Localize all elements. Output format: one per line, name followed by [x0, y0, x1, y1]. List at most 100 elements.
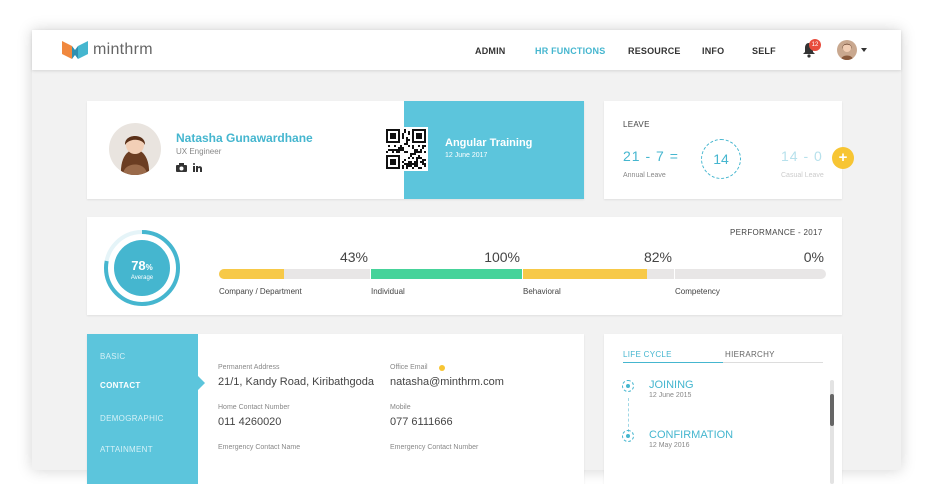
qr-module [394, 149, 396, 151]
qr-module [422, 159, 424, 161]
qr-module [390, 159, 396, 165]
qr-module [414, 153, 416, 155]
notification-badge: 12 [809, 39, 821, 51]
timeline-connector [628, 398, 629, 432]
training-date: 12 June 2017 [445, 152, 488, 159]
casual-leave-label: Casual Leave [781, 172, 824, 179]
qr-module [414, 151, 416, 153]
qr-module [422, 147, 424, 149]
qr-module [416, 133, 422, 139]
qr-module [420, 157, 422, 159]
qr-module [408, 139, 410, 141]
sidebar-item-basic[interactable]: BASIC [100, 352, 126, 361]
qr-module [398, 147, 400, 149]
brand-name: minthrm [93, 41, 153, 58]
average-score-ring: 78% Average [104, 230, 180, 306]
qr-module [418, 167, 420, 169]
camera-icon[interactable] [176, 163, 187, 172]
qr-module [406, 163, 408, 165]
minthrm-logo-icon [62, 41, 88, 59]
qr-module [402, 149, 404, 151]
qr-module [422, 145, 424, 147]
qr-module [420, 151, 422, 153]
scrollbar-thumb[interactable] [830, 394, 834, 426]
linkedin-icon[interactable] [193, 163, 202, 172]
qr-module [418, 155, 420, 157]
qr-module [422, 161, 424, 163]
qr-module [420, 167, 422, 169]
qr-module [416, 163, 418, 165]
tab-life-cycle[interactable]: LIFE CYCLE [623, 350, 672, 359]
nav-self[interactable]: SELF [752, 46, 776, 56]
training-title: Angular Training [445, 137, 533, 149]
profile-social-links [176, 163, 202, 172]
qr-module [408, 157, 410, 159]
tab-hierarchy[interactable]: HIERARCHY [725, 350, 775, 359]
nav-hr-functions[interactable]: HR FUNCTIONS [535, 46, 605, 56]
qr-module [408, 145, 410, 147]
qr-module [418, 151, 420, 153]
qr-module [406, 165, 408, 167]
timeline-event-date: 12 June 2015 [649, 392, 692, 399]
qr-module [418, 145, 420, 147]
home-contact-label: Home Contact Number [218, 404, 290, 411]
qr-module [390, 133, 396, 139]
avatar-image [837, 40, 857, 60]
performance-percent: 43% [339, 249, 368, 265]
qr-module [392, 149, 394, 151]
qr-module [404, 131, 406, 133]
qr-module [392, 151, 394, 153]
qr-module [404, 151, 406, 153]
qr-module [418, 157, 420, 159]
qr-module [388, 149, 390, 151]
training-panel[interactable]: Angular Training 12 June 2017 [404, 101, 584, 199]
qr-module [404, 129, 406, 131]
qr-module [402, 147, 404, 149]
sidebar-item-demographic[interactable]: DEMOGRAPHIC [100, 414, 164, 423]
qr-module [406, 139, 408, 141]
tab-active-underline [623, 362, 723, 363]
qr-module [424, 165, 426, 167]
qr-module [406, 141, 408, 143]
average-score-value: 78 [131, 258, 145, 273]
nav-resource[interactable]: RESOURCE [628, 46, 681, 56]
timeline-event-title: CONFIRMATION [649, 429, 734, 441]
user-avatar[interactable] [837, 40, 857, 60]
qr-module [412, 167, 414, 169]
timeline-scrollbar[interactable] [830, 380, 834, 484]
qr-module [410, 153, 412, 155]
qr-module [396, 151, 398, 153]
mobile-value: 077 6111666 [390, 416, 453, 428]
nav-info[interactable]: INFO [702, 46, 724, 56]
qr-module [424, 159, 426, 161]
performance-bar-track [523, 269, 674, 279]
performance-category-label: Company / Department [219, 287, 302, 296]
performance-category-label: Behavioral [523, 287, 561, 296]
qr-module [386, 151, 388, 153]
details-sidebar: BASIC CONTACT DEMOGRAPHIC ATTAINMENT [87, 334, 198, 484]
performance-percent: 0% [803, 249, 824, 265]
add-leave-button[interactable]: + [832, 147, 854, 169]
performance-percent: 100% [484, 249, 520, 265]
qr-module [422, 163, 424, 165]
qr-module [424, 151, 426, 153]
sidebar-item-contact[interactable]: CONTACT [100, 381, 141, 390]
qr-module [402, 137, 404, 139]
annual-leave-calculation: 21 - 7 = [623, 148, 679, 164]
nav-admin[interactable]: ADMIN [475, 46, 506, 56]
profile-card: Natasha Gunawardhane UX Engineer Angular… [87, 101, 584, 199]
qr-module [400, 145, 402, 147]
performance-card: PERFORMANCE - 2017 78% Average 43% Compan… [87, 217, 842, 315]
qr-module [402, 165, 404, 167]
permanent-address-label: Permanent Address [218, 364, 280, 371]
performance-bar-fill [219, 269, 284, 279]
timeline-event-title: JOINING [649, 379, 694, 391]
performance-title: PERFORMANCE - 2017 [730, 228, 823, 237]
qr-module [416, 165, 418, 167]
brand-logo[interactable]: minthrm [62, 41, 153, 59]
chevron-down-icon[interactable] [861, 48, 867, 52]
qr-module [402, 133, 404, 135]
performance-bar-track [219, 269, 370, 279]
leave-card: LEAVE 21 - 7 = 14 Annual Leave 14 - 0 Ca… [604, 101, 842, 199]
qr-module [404, 143, 406, 145]
